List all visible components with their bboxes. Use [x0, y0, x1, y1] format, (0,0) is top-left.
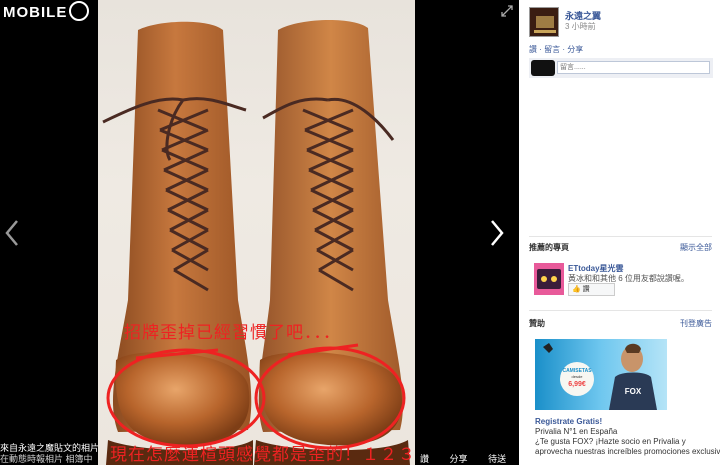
post-actions[interactable]: 讚 · 留言 · 分享 [529, 44, 583, 55]
see-all-link[interactable]: 顯示全部 [680, 242, 712, 253]
comment-input[interactable]: 留言...... [557, 61, 710, 74]
chevron-right-icon[interactable] [487, 218, 507, 248]
like-page-button[interactable]: 👍 讚 [568, 283, 615, 296]
photo-action-send[interactable]: 待送 [488, 454, 515, 464]
ad-text-price: 6,99€ [568, 381, 586, 388]
album-info: 來自永遠之魔貼文的相片 在動態時報相片 相簿中 [0, 443, 98, 465]
create-ad-link[interactable]: 刊登廣告 [680, 318, 712, 329]
like-button-label: 讚 [582, 286, 590, 293]
expand-icon[interactable] [500, 4, 514, 18]
post-timestamp[interactable]: 3 小時前 [565, 21, 596, 32]
sponsored-title: 贊助 [529, 319, 545, 328]
album-source[interactable]: 來自永遠之魔貼文的相片 [0, 443, 98, 454]
photo-viewer: MOBILE 招牌歪掉已經習慣了吧．．． 現在怎麼連楦頭感覺都是歪的！１２３ 來… [0, 0, 519, 465]
photo-action-share[interactable]: 分享 [450, 454, 477, 464]
divider [529, 310, 712, 311]
ad-image-art: CAMISETAS desde 6,99€ FOX [543, 343, 657, 410]
fox-logo-icon [543, 343, 553, 353]
sidebar: 永遠之翼 3 小時前 讚 · 留言 · 分享 留言...... 推薦的專頁 顯示… [519, 0, 720, 465]
photo-action-like[interactable]: 讚 [420, 454, 438, 464]
chevron-left-icon[interactable] [2, 218, 22, 248]
ad-line-1: Privalia N°1 en España [535, 427, 618, 436]
ad-line-2: ¿Te gusta FOX? ¡Hazte socio en Privalia … [535, 437, 686, 446]
ad-image[interactable]: CAMISETAS desde 6,99€ FOX [535, 339, 667, 410]
thumbs-up-icon: 👍 [572, 286, 581, 293]
ad-text-fox: FOX [625, 387, 642, 396]
annotation-bottom: 現在怎麼連楦頭感覺都是歪的！１２３ [110, 445, 416, 465]
page-avatar[interactable] [529, 7, 559, 37]
boots-illustration [102, 19, 410, 465]
watermark-text: MOBILE [3, 3, 68, 21]
ad-line-3: aprovecha nuestras increíbles promocione… [535, 447, 720, 456]
comment-box: 留言...... [529, 58, 713, 78]
ad-text-desde: desde [572, 374, 584, 379]
album-name[interactable]: 在動態時報相片 相簿中 [0, 454, 98, 465]
like-label: 讚 [420, 454, 430, 464]
watermark-logo-icon [69, 1, 90, 21]
share-label: 分享 [449, 454, 468, 464]
ettoday-logo-icon [534, 263, 564, 295]
send-label: 待送 [488, 454, 507, 464]
page-logo-icon [530, 8, 558, 36]
boots-photo [98, 0, 415, 465]
mobile01-watermark: MOBILE [3, 1, 90, 23]
recommended-page-thumbnail[interactable] [534, 263, 564, 295]
photo-actions: 讚 分享 待送 選項 [420, 452, 519, 465]
commenter-avatar [531, 60, 555, 76]
ad-title[interactable]: Registrate Gratis! [535, 417, 602, 426]
recommended-pages-title: 推薦的專頁 [529, 243, 569, 252]
annotation-top: 招牌歪掉已經習慣了吧．．． [124, 323, 341, 343]
divider [529, 236, 712, 237]
